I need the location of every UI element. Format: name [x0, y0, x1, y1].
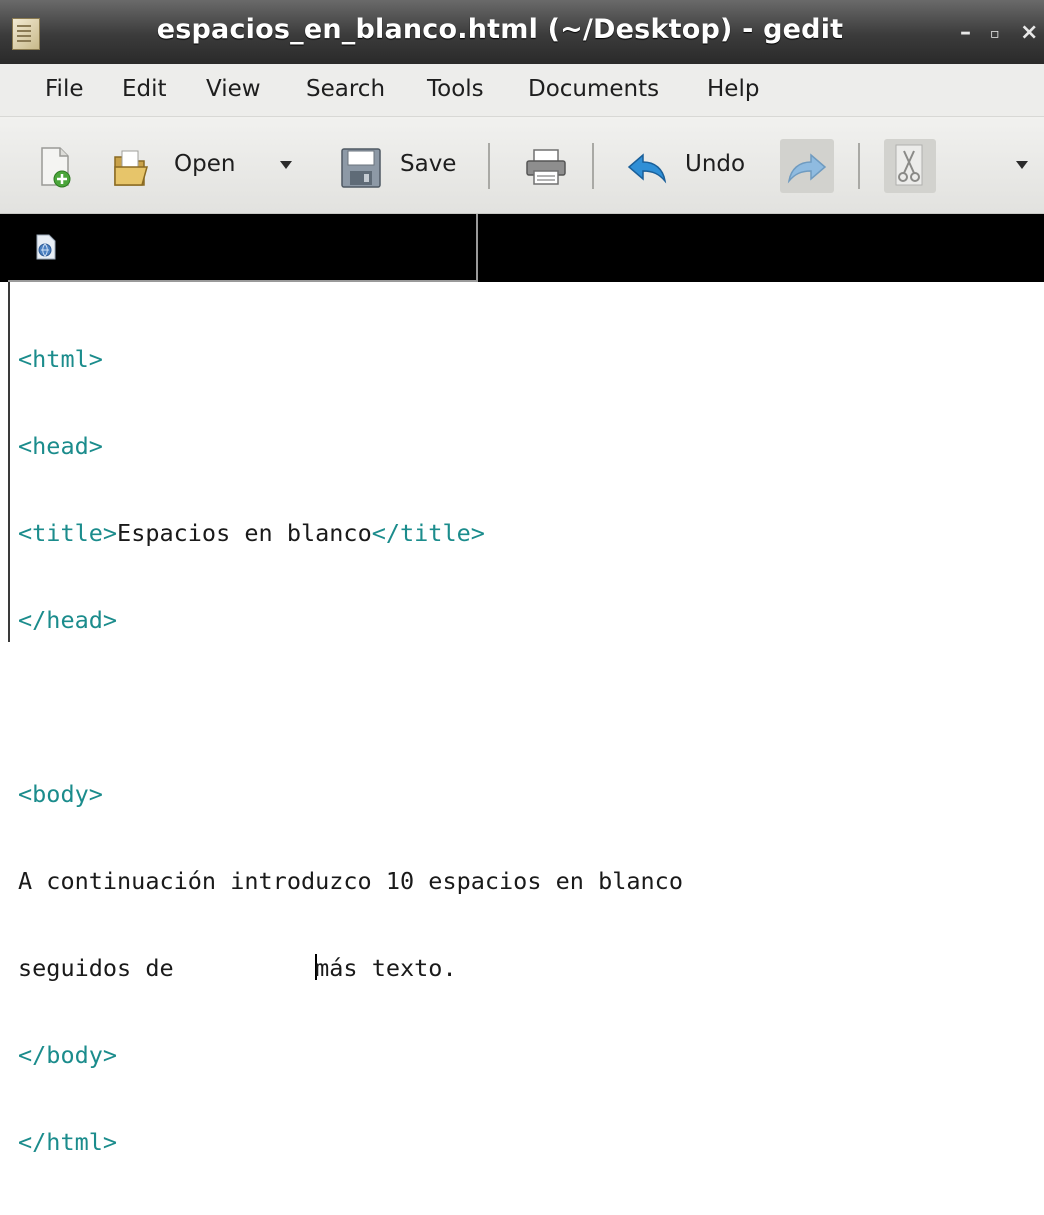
print-button[interactable]	[524, 147, 568, 187]
tab-bar	[0, 214, 1044, 282]
html-tag: </body>	[18, 1041, 118, 1069]
menu-documents[interactable]: Documents	[528, 76, 659, 102]
open-label: Open	[174, 151, 236, 177]
close-button[interactable]: ×	[1020, 20, 1038, 45]
html-tag: <html>	[18, 345, 103, 373]
menu-search[interactable]: Search	[306, 76, 385, 102]
editor-left-border	[8, 282, 10, 642]
print-icon	[526, 149, 566, 185]
code-line: A continuación introduzco 10 espacios en…	[18, 867, 683, 896]
title-text-content: Espacios en blanco	[117, 519, 372, 547]
code-line: <title>Espacios en blanco</title>	[18, 519, 683, 548]
code-line: <html>	[18, 345, 683, 374]
window-title: espacios_en_blanco.html (~/Desktop) - ge…	[156, 14, 844, 45]
new-document-icon	[41, 147, 71, 188]
toolbar-separator	[488, 143, 490, 189]
menu-help[interactable]: Help	[707, 76, 759, 102]
menu-edit[interactable]: Edit	[122, 76, 167, 102]
code-line: seguidos de más texto.	[18, 954, 683, 983]
menu-view[interactable]: View	[206, 76, 261, 102]
save-button[interactable]: Save	[340, 145, 470, 191]
code-view[interactable]: <html> <head> <title>Espacios en blanco<…	[18, 287, 683, 1215]
menu-tools[interactable]: Tools	[427, 76, 484, 102]
toolbar: Open Save Undo	[0, 117, 1044, 214]
code-line: <head>	[18, 432, 683, 461]
cut-button[interactable]	[884, 139, 936, 193]
html-document-icon	[36, 234, 56, 260]
html-tag: </title>	[371, 519, 485, 547]
html-tag: <body>	[18, 780, 103, 808]
html-tag: </html>	[18, 1128, 118, 1156]
document-tab[interactable]	[8, 214, 478, 282]
title-bar[interactable]: espacios_en_blanco.html (~/Desktop) - ge…	[0, 0, 1044, 64]
cut-icon	[895, 144, 923, 186]
toolbar-separator	[592, 143, 594, 189]
code-line: </head>	[18, 606, 683, 635]
menu-file[interactable]: File	[45, 76, 84, 102]
maximize-button[interactable]: ▫	[990, 26, 1000, 42]
toolbar-overflow-arrow-icon[interactable]	[1016, 161, 1028, 169]
menu-bar: File Edit View Search Tools Documents He…	[0, 64, 1044, 117]
minimize-button[interactable]: –	[960, 20, 971, 45]
html-tag: <head>	[18, 432, 103, 460]
redo-button[interactable]	[780, 139, 834, 193]
open-button[interactable]: Open	[112, 145, 262, 191]
body-text-after-cursor: más texto.	[315, 954, 457, 982]
code-line: </body>	[18, 1041, 683, 1070]
html-tag: </head>	[18, 606, 118, 634]
toolbar-separator	[858, 143, 860, 189]
undo-label: Undo	[685, 151, 746, 177]
text-editor[interactable]: <html> <head> <title>Espacios en blanco<…	[0, 282, 1044, 1156]
body-text-before-cursor: seguidos de	[18, 954, 316, 982]
undo-icon	[627, 153, 667, 184]
body-text-line: A continuación introduzco 10 espacios en…	[18, 867, 683, 895]
undo-button[interactable]: Undo	[625, 145, 765, 191]
code-line: </html>	[18, 1128, 683, 1157]
new-document-button[interactable]	[38, 145, 72, 189]
open-folder-icon	[114, 150, 148, 186]
open-dropdown-arrow-icon[interactable]	[280, 161, 292, 169]
save-label: Save	[400, 151, 457, 177]
html-tag: <title>	[18, 519, 118, 547]
save-icon	[341, 148, 381, 188]
code-line: <body>	[18, 780, 683, 809]
redo-icon	[787, 153, 827, 184]
